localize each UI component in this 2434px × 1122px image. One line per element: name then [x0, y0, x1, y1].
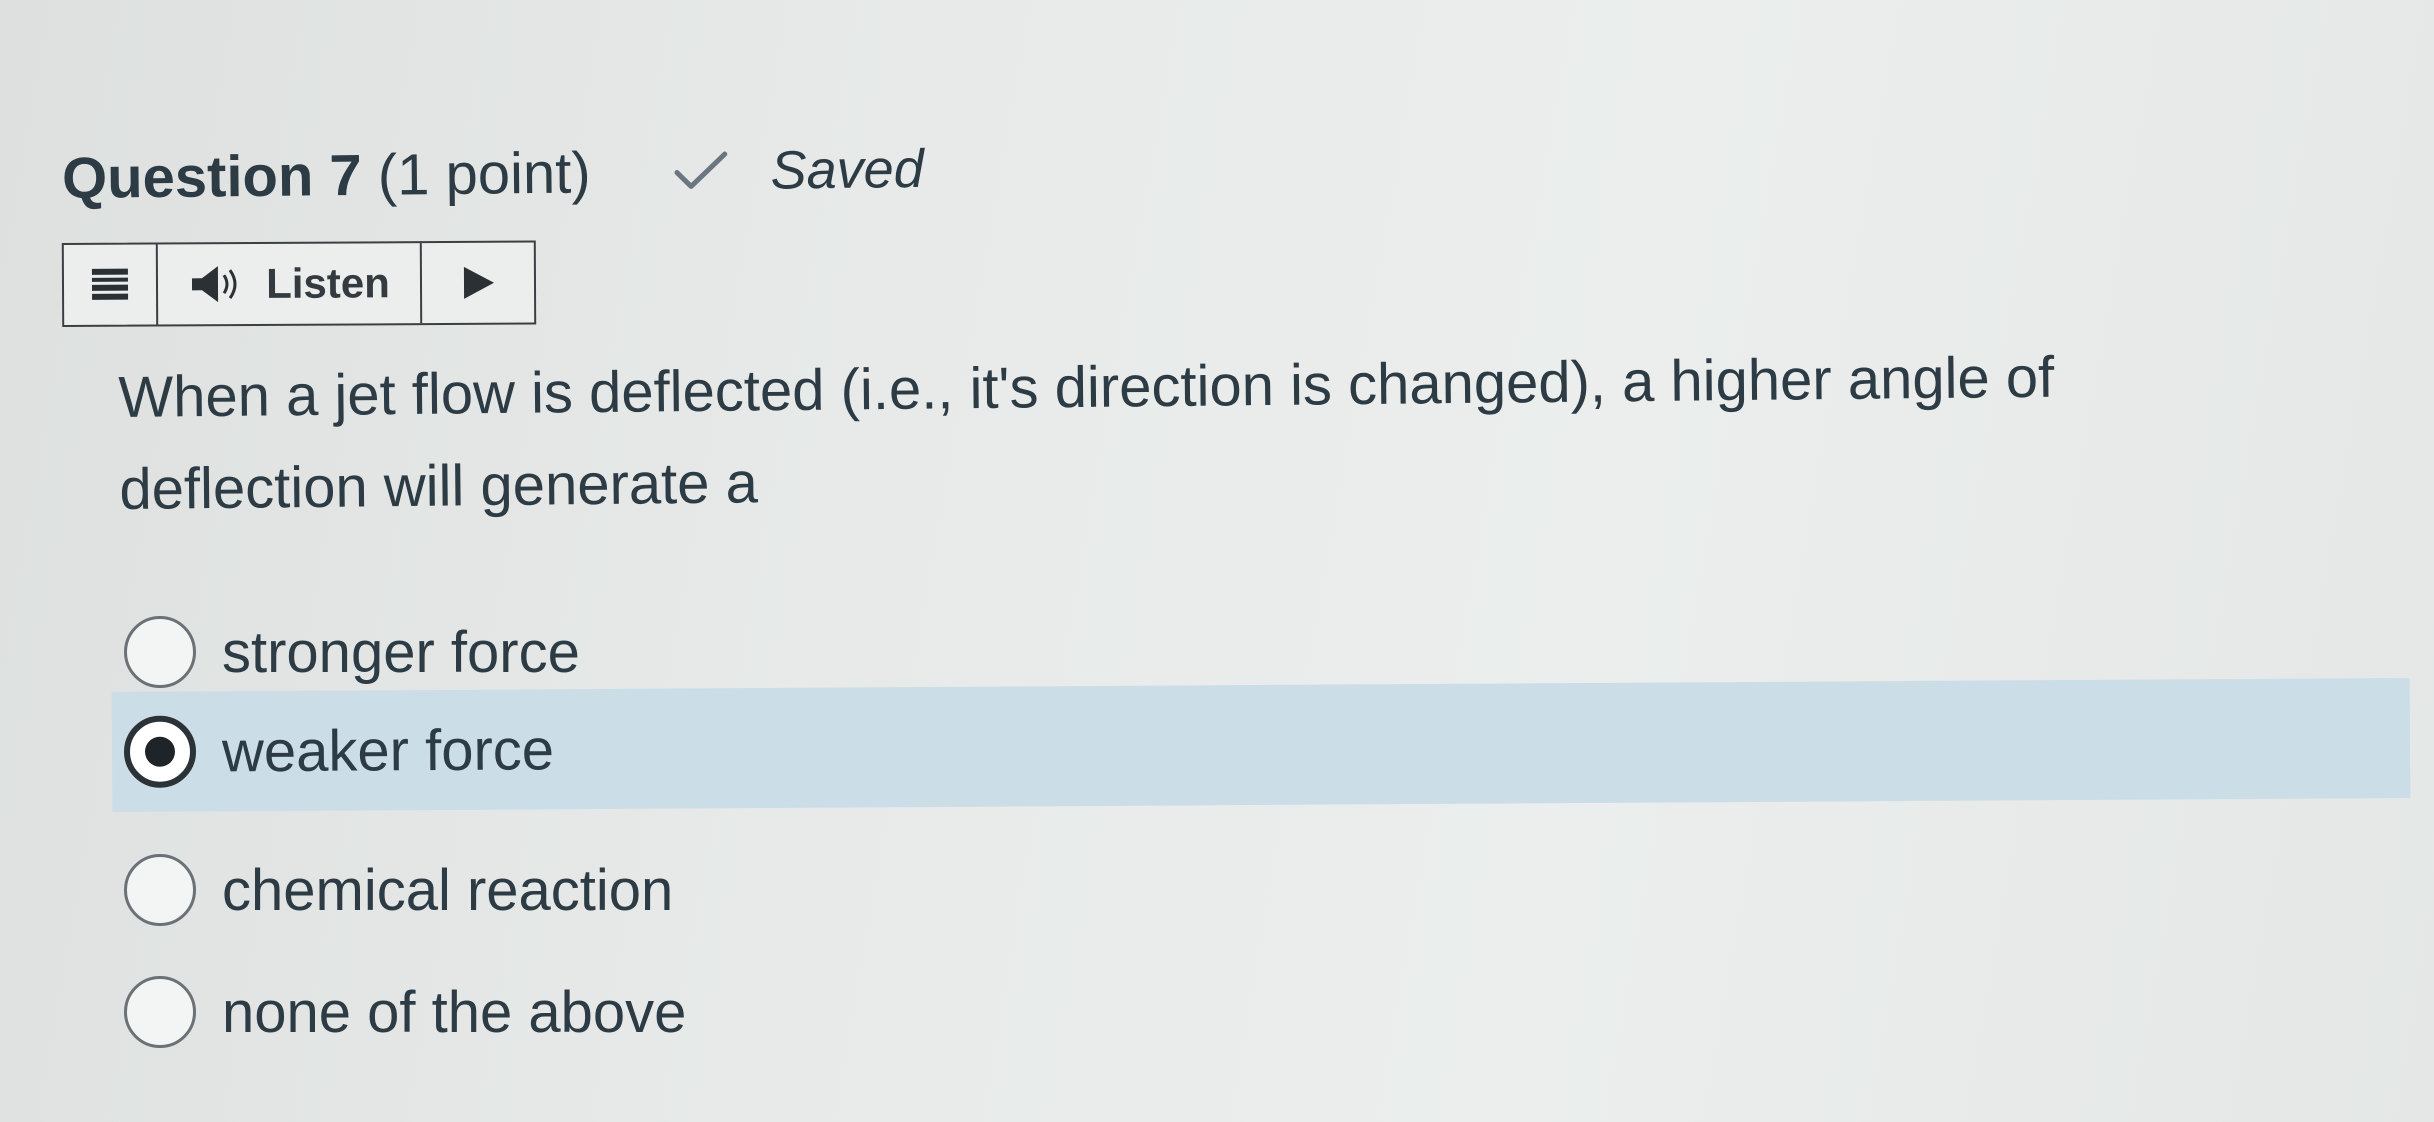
option-weaker-force[interactable]: weaker force — [111, 677, 2411, 812]
option-chemical-reaction[interactable]: chemical reaction — [112, 830, 2412, 950]
play-icon — [463, 266, 494, 299]
listen-button[interactable]: Listen — [157, 243, 423, 325]
checkmark-icon — [674, 151, 727, 189]
saved-label: Saved — [770, 138, 925, 201]
saved-status: Saved — [670, 138, 924, 203]
listen-label: Listen — [266, 259, 390, 307]
option-label: stronger force — [222, 619, 580, 685]
question-header: Question 7 (1 point) Saved — [62, 129, 925, 218]
menu-button[interactable] — [63, 244, 159, 325]
radio-button[interactable] — [124, 854, 196, 926]
quiz-screen: Question 7 (1 point) Saved Listen When a… — [0, 0, 2434, 1122]
question-number: Question 7 — [61, 142, 363, 211]
listen-toolbar: Listen — [61, 240, 537, 327]
radio-button-selected[interactable] — [123, 715, 197, 788]
play-button[interactable] — [422, 243, 534, 324]
speaker-icon — [192, 266, 237, 303]
question-points: (1 point) — [361, 139, 591, 208]
option-label: weaker force — [221, 716, 555, 784]
option-label: chemical reaction — [222, 857, 674, 923]
option-none-of-the-above[interactable]: none of the above — [112, 952, 2412, 1072]
question-text: When a jet flow is deflected (i.e., it's… — [118, 344, 2055, 522]
radio-button[interactable] — [124, 616, 196, 688]
option-label: none of the above — [222, 979, 687, 1045]
question-title: Question 7 (1 point) — [62, 139, 591, 212]
menu-icon — [91, 268, 129, 300]
radio-button[interactable] — [124, 976, 196, 1048]
